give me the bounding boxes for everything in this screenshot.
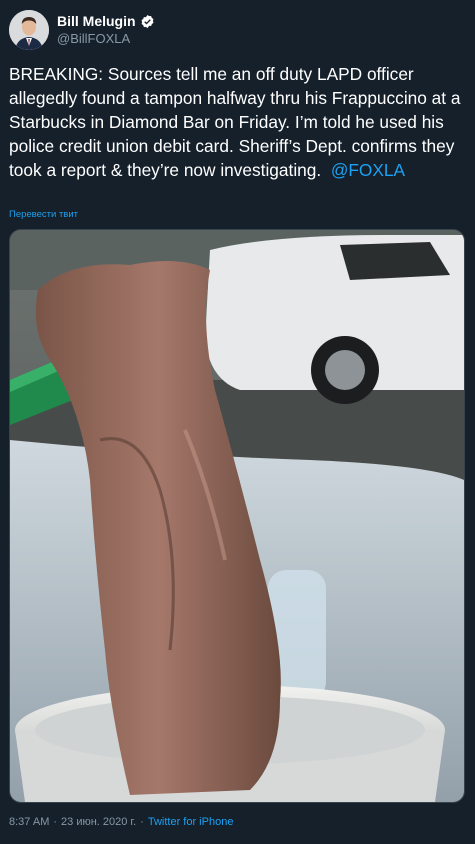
translate-tweet-link[interactable]: Перевести твит (9, 209, 78, 220)
verified-badge-icon (140, 14, 155, 29)
author-handle[interactable]: @BillFOXLA (57, 30, 155, 47)
mention-link[interactable]: @FOXLA (331, 160, 405, 180)
tweet-time[interactable]: 8:37 AM (9, 816, 49, 828)
avatar[interactable] (9, 10, 49, 50)
tweet-source-link[interactable]: Twitter for iPhone (148, 816, 234, 828)
avatar-image (9, 10, 49, 50)
meta-separator: · (140, 816, 144, 828)
tweet-text: BREAKING: Sources tell me an off duty LA… (9, 62, 469, 182)
tweet-date[interactable]: 23 июн. 2020 г. (61, 816, 136, 828)
meta-separator: · (53, 816, 58, 828)
tweet-header: Bill Melugin @BillFOXLA (9, 10, 155, 50)
photo-image (10, 230, 464, 802)
author-display-name[interactable]: Bill Melugin (57, 13, 136, 30)
tweet-photo[interactable] (9, 229, 465, 803)
tweet-meta: 8:37 AM · 23 июн. 2020 г. · Twitter for … (9, 816, 233, 828)
